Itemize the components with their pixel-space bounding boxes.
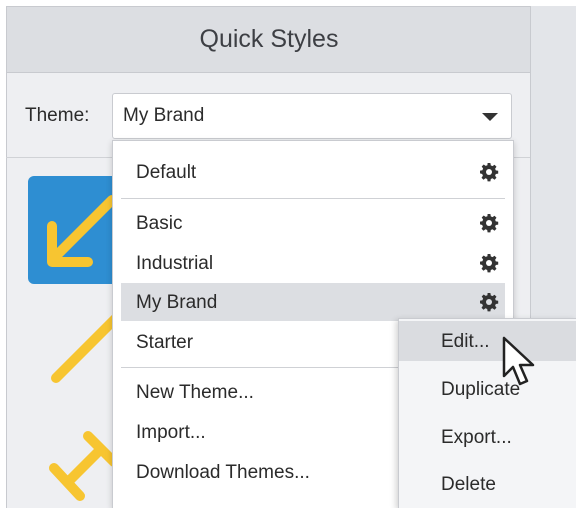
menu-item-label: Industrial [136, 253, 214, 274]
submenu-item-edit[interactable]: Edit... [399, 321, 576, 361]
line-shape-icon [51, 311, 123, 383]
menu-item-label: Import... [136, 422, 206, 443]
dimension-line-icon [49, 431, 119, 501]
gear-icon[interactable] [479, 162, 499, 182]
menu-item-label: My Brand [136, 292, 218, 313]
menu-separator [121, 198, 505, 199]
submenu-item-label: Delete [441, 474, 496, 495]
menu-item-label: New Theme... [136, 382, 254, 403]
menu-item-label: Default [136, 162, 197, 183]
menu-item-label: Basic [136, 213, 183, 234]
submenu-item-export[interactable]: Export... [399, 417, 576, 457]
theme-options-submenu: Edit... Duplicate Export... Delete [398, 318, 576, 508]
menu-item-industrial[interactable]: Industrial [121, 244, 505, 282]
submenu-item-delete[interactable]: Delete [399, 464, 576, 504]
menu-item-label: Starter [136, 332, 194, 353]
mouse-pointer-icon [502, 336, 535, 386]
menu-item-label: Download Themes... [136, 462, 310, 483]
gear-icon[interactable] [479, 213, 499, 233]
menu-item-my-brand[interactable]: My Brand [121, 283, 505, 321]
menu-item-default[interactable]: Default [121, 153, 505, 191]
submenu-item-label: Export... [441, 427, 512, 448]
gear-icon[interactable] [479, 253, 499, 273]
submenu-item-duplicate[interactable]: Duplicate [399, 369, 576, 409]
submenu-item-label: Edit... [441, 331, 490, 352]
menu-item-basic[interactable]: Basic [121, 204, 505, 242]
gear-icon[interactable] [479, 292, 499, 312]
arrow-icon [47, 195, 117, 267]
